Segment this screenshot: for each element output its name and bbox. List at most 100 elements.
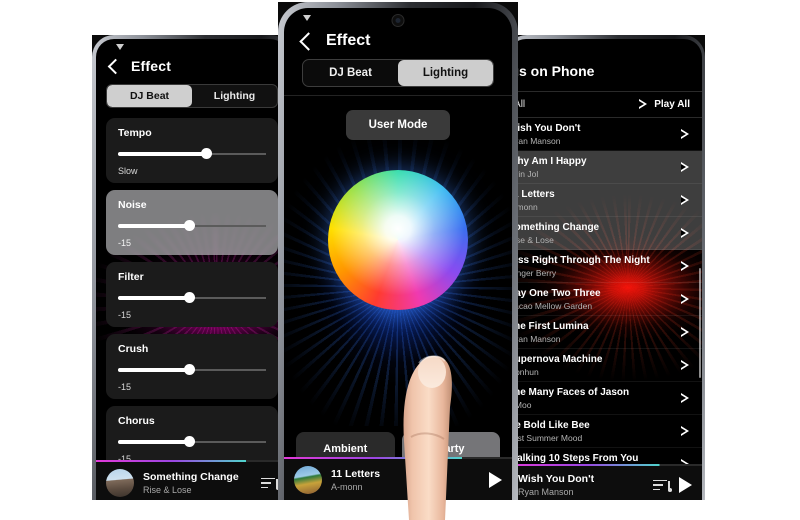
song-list[interactable]: Wish You Don't Ryan Manson Why Am I Happ… — [508, 118, 702, 470]
song-title: Day One Two Three — [508, 287, 601, 299]
song-artist: Ryan Manson — [508, 333, 561, 344]
effect-value: -15 — [118, 382, 132, 392]
table-row[interactable]: Supernova Machine Monhun — [508, 349, 702, 382]
effect-slider[interactable] — [118, 148, 266, 159]
front-camera-icon — [391, 14, 405, 27]
play-outline-icon[interactable] — [681, 359, 690, 371]
center-tab-bar: DJ Beat Lighting — [302, 59, 494, 87]
effect-card-tempo[interactable]: Tempo Slow — [106, 118, 278, 183]
effect-slider[interactable] — [118, 436, 266, 447]
play-outline-icon[interactable] — [681, 392, 690, 404]
song-artist: Monhun — [508, 366, 539, 377]
song-title: Something Change — [508, 221, 600, 233]
tab-dj-beat[interactable]: DJ Beat — [303, 60, 398, 86]
album-art — [294, 466, 322, 494]
right-phone-device: Songs on Phone Select All Play All Wish … — [505, 35, 705, 500]
effect-label: Crush — [118, 343, 149, 355]
song-title: Why Am I Happy — [508, 155, 587, 167]
right-phone-screen: Songs on Phone Select All Play All Wish … — [508, 39, 702, 500]
back-chevron-icon[interactable] — [299, 31, 318, 51]
table-row[interactable]: Kiss Right Through The Night Ginger Berr… — [508, 250, 702, 283]
song-artist: Kirin Jol — [508, 168, 539, 179]
song-title: Supernova Machine — [508, 353, 603, 365]
left-tab-bar: DJ Beat Lighting — [106, 84, 278, 108]
play-outline-icon[interactable] — [681, 425, 690, 437]
effect-value: Slow — [118, 166, 138, 176]
left-now-playing-bar[interactable]: Something Change Rise & Lose — [96, 459, 288, 500]
now-playing-title: 11 Letters — [331, 468, 381, 480]
song-title: Wish You Don't — [508, 122, 581, 134]
table-row[interactable]: Day One Two Three Cacao Mellow Garden — [508, 283, 702, 316]
scrollbar[interactable] — [699, 268, 701, 378]
page-title: Effect — [326, 32, 371, 49]
play-outline-icon[interactable] — [681, 227, 690, 239]
effect-label: Noise — [118, 199, 147, 211]
effect-card-filter[interactable]: Filter -15 — [106, 262, 278, 327]
song-artist: Ryan Manson — [508, 135, 561, 146]
center-phone-screen: Effect DJ Beat Lighting User Mode Ambien… — [284, 8, 512, 500]
play-all-label: Play All — [654, 99, 690, 110]
effect-label: Filter — [118, 271, 144, 283]
effect-slider[interactable] — [118, 364, 266, 375]
effect-label: Chorus — [118, 415, 155, 427]
page-title: Songs on Phone — [508, 63, 595, 79]
now-playing-artist: Ryan Manson — [518, 487, 574, 497]
table-row[interactable]: Be Bold Like Bee Last Summer Mood — [508, 415, 702, 448]
back-chevron-icon[interactable] — [107, 58, 124, 74]
color-wheel-picker[interactable] — [328, 170, 468, 310]
center-phone-device: Effect DJ Beat Lighting User Mode Ambien… — [278, 2, 518, 500]
play-outline-icon[interactable] — [681, 260, 690, 272]
playlist-queue-icon[interactable] — [261, 476, 280, 491]
center-status-bar — [284, 8, 512, 30]
left-effect-list[interactable]: Tempo Slow Noise -15 Filter -15 Crush -1… — [96, 118, 288, 490]
table-row[interactable]: The First Lumina Ryan Manson — [508, 316, 702, 349]
song-artist: Y.Moo — [508, 399, 532, 410]
table-row[interactable]: The Many Faces of Jason Y.Moo — [508, 382, 702, 415]
play-outline-icon[interactable] — [681, 326, 690, 338]
center-now-playing-bar[interactable]: 11 Letters A-monn — [284, 456, 512, 500]
page-title: Effect — [131, 58, 172, 74]
user-mode-button[interactable]: User Mode — [346, 110, 450, 140]
right-now-playing-bar[interactable]: Wish You Don't Ryan Manson — [508, 463, 702, 500]
play-all-button[interactable]: Play All — [639, 99, 690, 110]
left-status-bar — [96, 39, 288, 55]
tab-lighting[interactable]: Lighting — [192, 85, 277, 107]
effect-label: Tempo — [118, 127, 152, 139]
song-title: The First Lumina — [508, 320, 589, 332]
left-phone-device: Effect DJ Beat Lighting Tempo Slow Noise — [92, 35, 292, 500]
tab-lighting[interactable]: Lighting — [398, 60, 493, 86]
now-playing-title: Something Change — [143, 471, 239, 483]
effect-slider[interactable] — [118, 220, 266, 231]
song-title: Walking 10 Steps From You — [508, 452, 639, 464]
playlist-queue-icon[interactable] — [653, 478, 672, 493]
tab-dj-beat[interactable]: DJ Beat — [107, 85, 192, 107]
song-title: Kiss Right Through The Night — [508, 254, 650, 266]
table-row[interactable]: 11 Letters A-monn — [508, 184, 702, 217]
play-outline-icon[interactable] — [681, 161, 690, 173]
album-art — [106, 469, 134, 497]
screenshot-stage: Effect DJ Beat Lighting Tempo Slow Noise — [0, 0, 800, 520]
song-artist: Ginger Berry — [508, 267, 557, 278]
song-artist: Last Summer Mood — [508, 432, 583, 443]
song-title: Be Bold Like Bee — [508, 419, 590, 431]
play-outline-icon — [639, 99, 648, 110]
effect-card-noise[interactable]: Noise -15 — [106, 190, 278, 255]
table-row[interactable]: Something Change Rise & Lose — [508, 217, 702, 250]
play-outline-icon[interactable] — [681, 128, 690, 140]
song-artist: Cacao Mellow Garden — [508, 300, 593, 311]
table-row[interactable]: Wish You Don't Ryan Manson — [508, 118, 702, 151]
effect-slider[interactable] — [118, 292, 266, 303]
play-outline-icon[interactable] — [681, 293, 690, 305]
effect-value: -15 — [118, 238, 132, 248]
now-playing-artist: A-monn — [331, 482, 363, 492]
song-title: The Many Faces of Jason — [508, 386, 630, 398]
play-icon[interactable] — [489, 472, 502, 488]
lighting-preview-area: User Mode — [284, 95, 512, 426]
left-phone-screen: Effect DJ Beat Lighting Tempo Slow Noise — [96, 39, 288, 500]
effect-card-crush[interactable]: Crush -15 — [106, 334, 278, 399]
wifi-icon — [303, 15, 312, 22]
table-row[interactable]: Why Am I Happy Kirin Jol — [508, 151, 702, 184]
play-icon[interactable] — [679, 477, 692, 493]
play-outline-icon[interactable] — [681, 194, 690, 206]
now-playing-title: Wish You Don't — [518, 473, 595, 485]
